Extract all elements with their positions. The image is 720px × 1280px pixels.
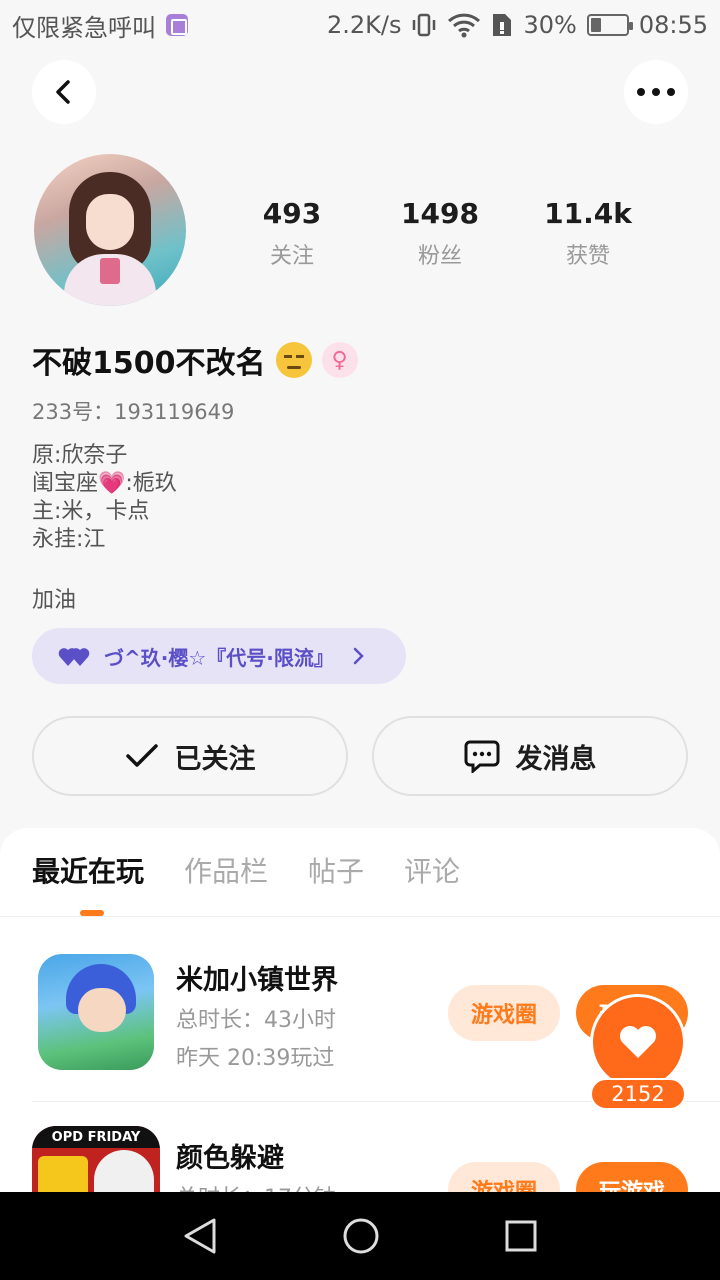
chevron-left-icon bbox=[56, 80, 70, 104]
nickname-row: 不破1500不改名 ♀ bbox=[32, 338, 358, 382]
nav-home-icon[interactable] bbox=[342, 1217, 380, 1255]
bio-line: 主:米，卡点 bbox=[32, 499, 150, 524]
game-last-played: 昨天 20:39玩过 bbox=[176, 1046, 335, 1071]
battery-percent: 30% bbox=[523, 11, 577, 39]
tab-posts[interactable]: 帖子 bbox=[308, 852, 364, 892]
sim-icon bbox=[493, 14, 512, 36]
divider bbox=[0, 916, 720, 917]
battery-level bbox=[590, 18, 602, 32]
chevron-right-icon bbox=[353, 647, 364, 665]
clock: 08:55 bbox=[638, 11, 708, 39]
tab-bar: 最近在玩 作品栏 帖子 评论 bbox=[32, 852, 460, 892]
vibrate-icon bbox=[413, 13, 436, 37]
stat-value: 493 bbox=[262, 197, 322, 230]
gallery-icon bbox=[166, 14, 188, 36]
game-title[interactable]: 颜色躲避 bbox=[176, 1136, 284, 1175]
like-count: 2152 bbox=[590, 1078, 686, 1110]
nav-recents-icon[interactable] bbox=[504, 1219, 538, 1253]
message-label: 发消息 bbox=[515, 743, 597, 775]
club-tag[interactable]: づ^玖·樱☆『代号·限流』 bbox=[32, 628, 406, 684]
game-title[interactable]: 米加小镇世界 bbox=[176, 958, 338, 997]
more-dots-icon bbox=[637, 88, 675, 96]
user-id: 233号：193119649 bbox=[32, 400, 235, 424]
stat-followers[interactable]: 1498 粉丝 bbox=[370, 196, 510, 270]
stat-value: 11.4k bbox=[544, 197, 632, 230]
stat-label: 获赞 bbox=[565, 244, 610, 269]
game-circle-button[interactable]: 游戏圈 bbox=[448, 985, 560, 1041]
network-speed: 2.2K/s bbox=[326, 11, 402, 39]
stat-likes[interactable]: 11.4k 获赞 bbox=[518, 196, 658, 270]
club-name: づ^玖·樱☆『代号·限流』 bbox=[104, 645, 334, 670]
status-bar: 仅限紧急呼叫 2.2K/s 30% 08:55 bbox=[0, 0, 720, 50]
game-icon-toca-world[interactable] bbox=[38, 954, 154, 1070]
nav-back-icon[interactable] bbox=[182, 1216, 218, 1256]
navigation-bar bbox=[0, 1192, 720, 1280]
more-button[interactable] bbox=[624, 60, 688, 124]
female-gender-icon: ♀ bbox=[321, 342, 358, 378]
stat-value: 1498 bbox=[401, 197, 479, 230]
bio-line: 原:欣奈子 bbox=[32, 443, 128, 468]
icon-banner-text: OPD FRIDAY bbox=[32, 1126, 160, 1148]
stat-label: 关注 bbox=[269, 244, 314, 269]
tab-works[interactable]: 作品栏 bbox=[184, 852, 268, 892]
double-heart-icon bbox=[58, 648, 90, 666]
followed-label: 已关注 bbox=[174, 743, 256, 775]
tab-recently-played[interactable]: 最近在玩 bbox=[32, 852, 144, 892]
followed-button[interactable]: 已关注 bbox=[32, 716, 348, 796]
stat-label: 粉丝 bbox=[417, 244, 462, 269]
game-duration: 总时长：43小时 bbox=[176, 1008, 336, 1033]
avatar[interactable] bbox=[34, 154, 186, 306]
stat-following[interactable]: 493 关注 bbox=[222, 196, 362, 270]
message-button[interactable]: 发消息 bbox=[372, 716, 688, 796]
heart-icon bbox=[620, 1026, 656, 1058]
back-button[interactable] bbox=[32, 60, 96, 124]
wifi-icon bbox=[448, 13, 481, 38]
floating-like-button[interactable] bbox=[590, 994, 686, 1090]
bio: 原:欣奈子 闺宝座💗:栀玖 主:米，卡点 永挂:江 bbox=[32, 442, 177, 554]
bio-extra: 加油 bbox=[32, 588, 77, 613]
bio-line: 闺宝座💗:栀玖 bbox=[32, 471, 177, 496]
unamused-face-icon bbox=[275, 342, 312, 378]
battery-icon bbox=[586, 14, 633, 36]
chat-bubble-icon bbox=[464, 740, 499, 773]
bio-line: 永挂:江 bbox=[32, 527, 106, 552]
check-icon bbox=[125, 744, 158, 767]
nickname: 不破1500不改名 bbox=[32, 346, 266, 381]
carrier-text: 仅限紧急呼叫 bbox=[12, 13, 156, 42]
tab-comments[interactable]: 评论 bbox=[404, 852, 460, 892]
